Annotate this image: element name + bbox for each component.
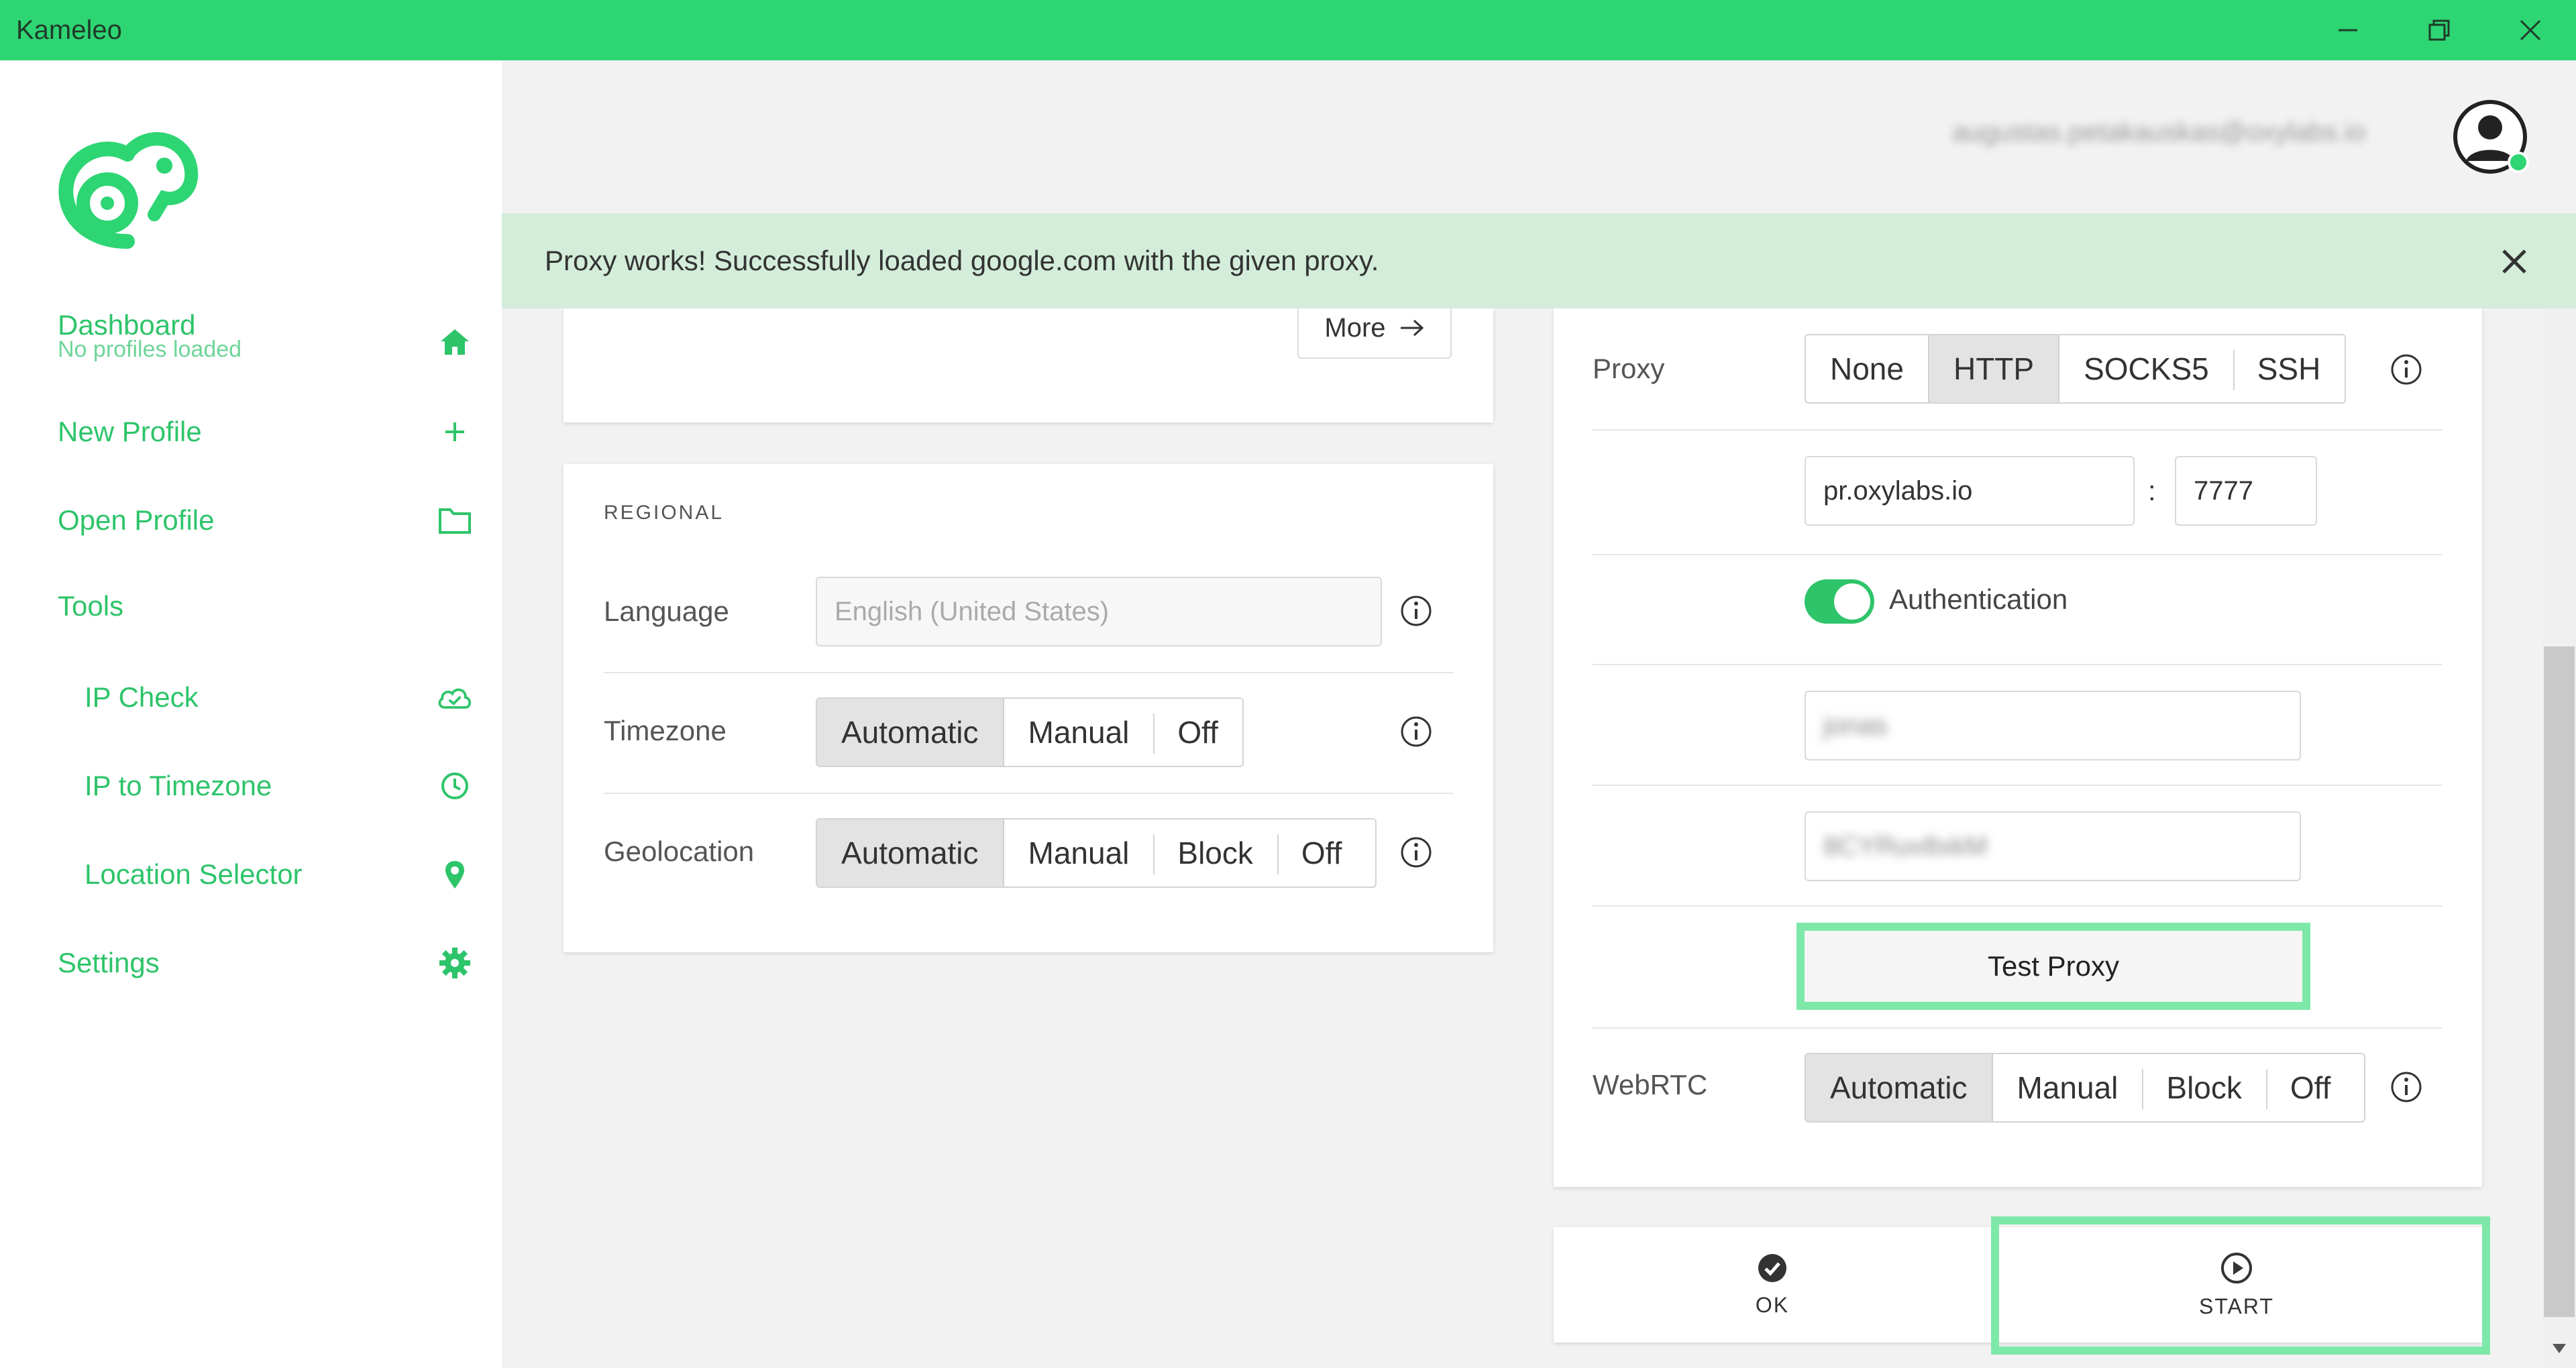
window-title: Kameleo — [16, 15, 122, 45]
sidebar-item-label: IP to Timezone — [85, 770, 272, 801]
proxy-port-input[interactable]: 7777 — [2175, 456, 2317, 526]
geolocation-option-block[interactable]: Block — [1153, 819, 1277, 887]
gear-icon — [436, 944, 474, 982]
info-icon[interactable] — [1399, 836, 1433, 869]
info-icon[interactable] — [1399, 715, 1433, 748]
home-icon — [436, 323, 474, 361]
proxy-segmented-control: None HTTP SOCKS5 SSH — [1805, 334, 2347, 404]
test-proxy-button[interactable]: Test Proxy — [1796, 923, 2310, 1010]
sidebar-item-settings[interactable]: Settings — [58, 944, 474, 982]
timezone-segmented-control: Automatic Manual Off — [816, 697, 1244, 767]
sidebar-item-label: Location Selector — [85, 858, 303, 890]
geolocation-label: Geolocation — [604, 836, 755, 867]
proxy-username-value: jonas — [1823, 710, 1888, 740]
proxy-host-value: pr.oxylabs.io — [1823, 475, 1973, 506]
info-icon[interactable] — [1399, 594, 1433, 628]
proxy-label: Proxy — [1593, 353, 1665, 384]
ok-button-label: OK — [1755, 1292, 1790, 1317]
sidebar-item-open-profile[interactable]: Open Profile — [58, 502, 474, 539]
dashboard-status: No profiles loaded — [58, 337, 242, 362]
sidebar-item-label: IP Check — [85, 681, 199, 713]
sidebar-item-location-selector[interactable]: Location Selector — [85, 856, 474, 893]
section-title-regional: REGIONAL — [604, 502, 724, 524]
proxy-option-http[interactable]: HTTP — [1929, 335, 2060, 402]
sidebar-item-label: New Profile — [58, 416, 202, 447]
proxy-password-value: 8CYRuv8xkM — [1823, 831, 1988, 861]
scroll-down-icon[interactable] — [2549, 1338, 2569, 1359]
ok-button[interactable]: OK — [1554, 1227, 1991, 1343]
timezone-option-manual[interactable]: Manual — [1004, 699, 1154, 766]
cloud-check-icon — [436, 679, 474, 716]
proxy-option-socks5[interactable]: SOCKS5 — [2059, 335, 2233, 402]
proxy-port-value: 7777 — [2194, 475, 2253, 506]
close-button[interactable] — [2485, 0, 2576, 60]
geolocation-option-off[interactable]: Off — [1277, 819, 1376, 887]
proxy-option-ssh[interactable]: SSH — [2233, 335, 2345, 402]
map-pin-icon — [436, 856, 474, 893]
language-input[interactable]: English (United States) — [816, 577, 1382, 646]
webrtc-option-automatic[interactable]: Automatic — [1806, 1054, 1993, 1121]
webrtc-option-off[interactable]: Off — [2265, 1054, 2365, 1121]
minimize-icon — [2339, 29, 2357, 32]
sidebar-item-label: Tools — [58, 590, 124, 622]
webrtc-label: WebRTC — [1593, 1069, 1708, 1100]
restore-icon — [2428, 19, 2450, 41]
user-email: augustas.petakauskas@oxylabs.io — [1952, 117, 2366, 147]
banner-message: Proxy works! Successfully loaded google.… — [545, 245, 1379, 276]
webrtc-option-manual[interactable]: Manual — [1993, 1054, 2143, 1121]
authentication-toggle[interactable] — [1805, 579, 1874, 624]
geolocation-segmented-control: Automatic Manual Block Off — [816, 818, 1377, 888]
kameleo-logo-icon — [58, 132, 199, 249]
language-placeholder: English (United States) — [835, 596, 1110, 626]
sidebar-item-ip-check[interactable]: IP Check — [85, 679, 474, 716]
close-icon — [2520, 19, 2541, 41]
webrtc-option-block[interactable]: Block — [2142, 1054, 2265, 1121]
more-button-label: More — [1324, 312, 1386, 343]
timezone-label: Timezone — [604, 715, 727, 746]
sidebar-item-ip-to-timezone[interactable]: IP to Timezone — [85, 767, 474, 805]
minimize-button[interactable] — [2302, 0, 2394, 60]
geolocation-option-manual[interactable]: Manual — [1004, 819, 1154, 887]
port-separator: : — [2148, 475, 2156, 506]
window-controls — [2302, 0, 2576, 60]
authentication-label: Authentication — [1889, 583, 2068, 615]
info-icon[interactable] — [2390, 1070, 2423, 1104]
webrtc-segmented-control: Automatic Manual Block Off — [1805, 1053, 2366, 1123]
plus-icon — [436, 413, 474, 451]
proxy-option-none[interactable]: None — [1806, 335, 1929, 402]
sidebar-item-label: Settings — [58, 947, 160, 978]
timezone-option-automatic[interactable]: Automatic — [817, 699, 1004, 766]
clock-icon — [436, 767, 474, 805]
success-banner: Proxy works! Successfully loaded google.… — [502, 213, 2576, 308]
proxy-password-input[interactable]: 8CYRuv8xkM — [1805, 811, 2301, 881]
info-icon[interactable] — [2390, 353, 2423, 386]
avatar[interactable] — [2453, 99, 2530, 177]
language-label: Language — [604, 595, 729, 627]
proxy-username-input[interactable]: jonas — [1805, 691, 2301, 760]
sidebar-item-tools[interactable]: Tools — [58, 590, 474, 622]
geolocation-option-automatic[interactable]: Automatic — [817, 819, 1004, 887]
title-bar: Kameleo — [0, 0, 2576, 60]
start-highlight — [1991, 1216, 2490, 1355]
proxy-host-input[interactable]: pr.oxylabs.io — [1805, 456, 2135, 526]
sidebar-item-new-profile[interactable]: New Profile — [58, 413, 474, 451]
restore-button[interactable] — [2394, 0, 2485, 60]
folder-icon — [436, 502, 474, 539]
check-circle-icon — [1758, 1253, 1786, 1282]
arrow-right-icon — [1400, 319, 1424, 337]
scrollbar-thumb[interactable] — [2544, 646, 2575, 1317]
sidebar-item-label: Open Profile — [58, 504, 215, 536]
close-icon[interactable] — [2500, 247, 2529, 276]
timezone-option-off[interactable]: Off — [1153, 699, 1242, 766]
